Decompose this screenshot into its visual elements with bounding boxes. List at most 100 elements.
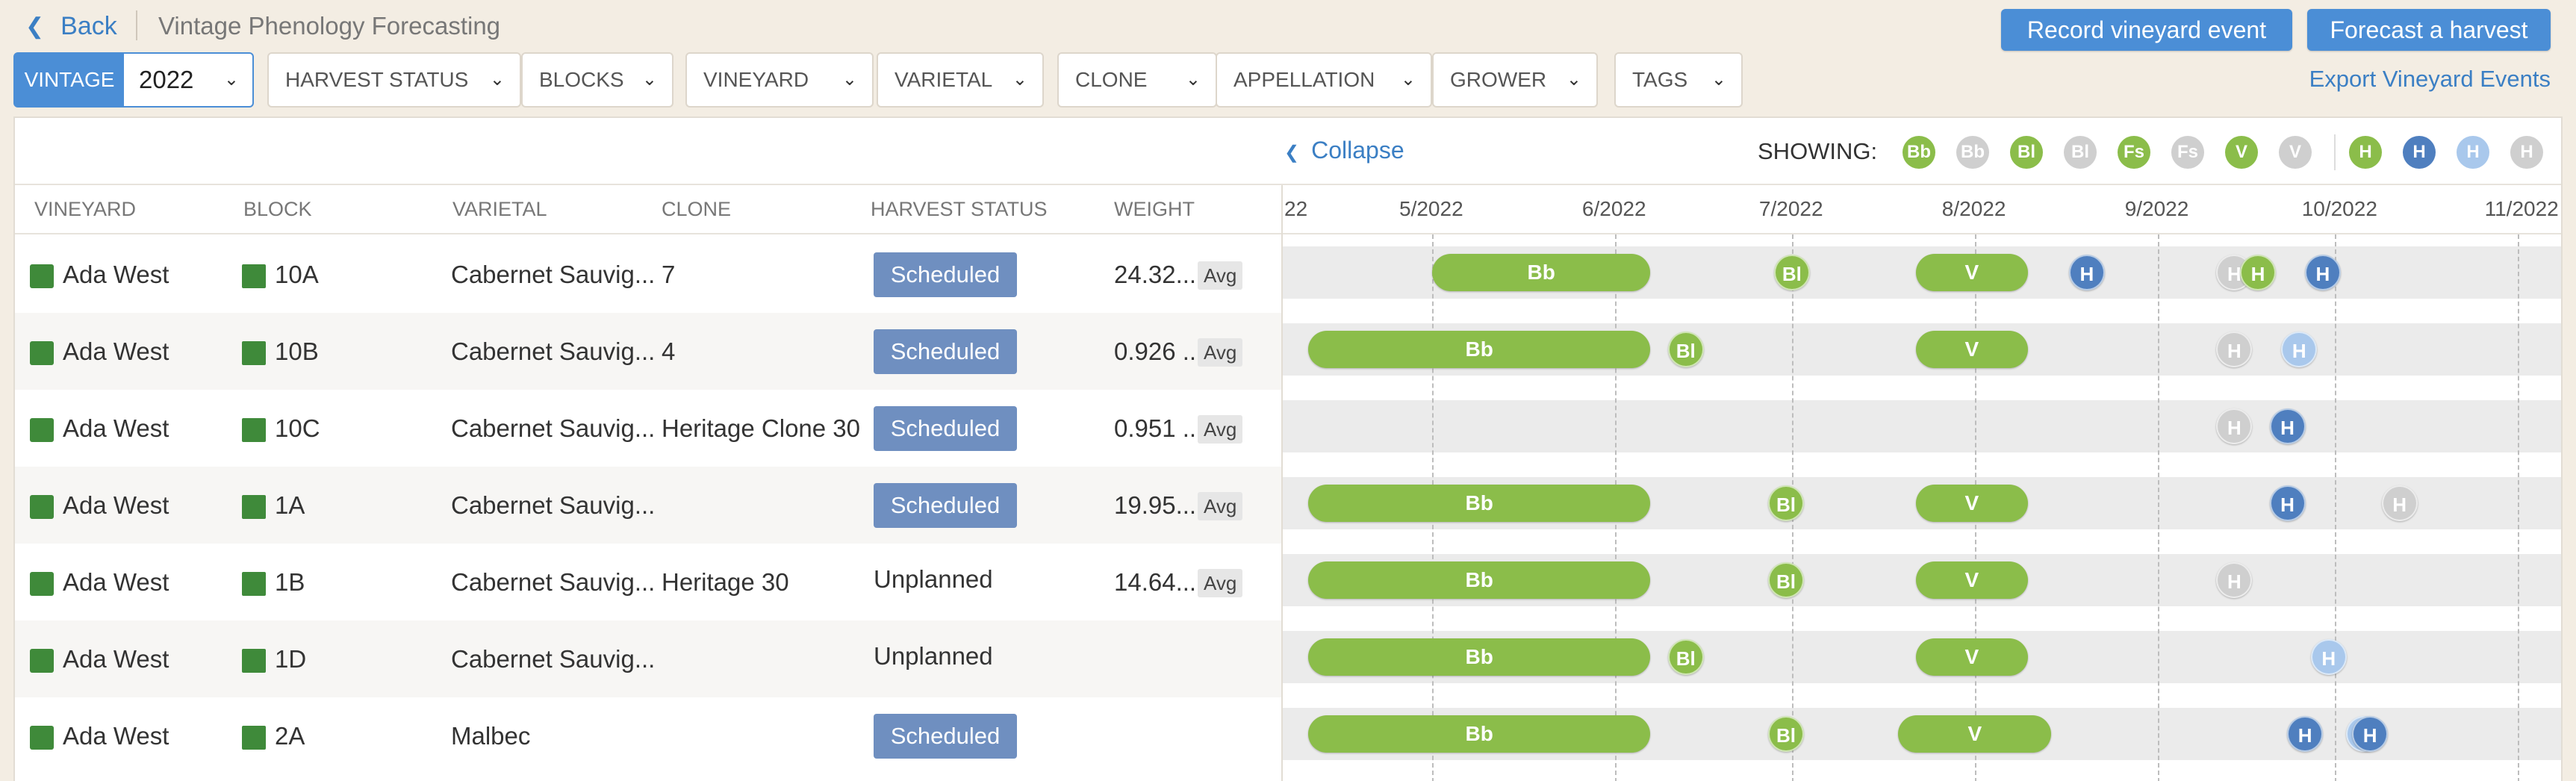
vineyard-cell[interactable]: Ada West: [63, 467, 234, 544]
record-vineyard-event-button[interactable]: Record vineyard event: [2001, 9, 2292, 51]
collapse-toggle[interactable]: ❮ Collapse: [1284, 133, 1404, 167]
filter-vineyard[interactable]: VINEYARD ⌄: [685, 52, 874, 108]
back-link[interactable]: ❮ Back: [25, 9, 117, 43]
phenology-marker-h[interactable]: H: [2352, 716, 2389, 752]
phenology-marker-h[interactable]: H: [2068, 255, 2105, 290]
phenology-marker-h[interactable]: H: [2269, 408, 2306, 444]
table-row[interactable]: Ada West 1A Cabernet Sauvig... Scheduled…: [15, 467, 1281, 544]
phenology-marker-bl[interactable]: Bl: [1768, 485, 1804, 521]
legend-toggle-h[interactable]: H: [2510, 136, 2543, 169]
phenology-marker-bl[interactable]: Bl: [1667, 332, 1704, 367]
vintage-select[interactable]: VINTAGE 2022 ⌄: [13, 52, 254, 108]
filter-label: HARVEST STATUS: [285, 68, 469, 91]
legend-toggle-fs[interactable]: Fs: [2118, 136, 2150, 169]
phenology-marker-bl[interactable]: Bl: [1768, 562, 1804, 598]
column-header-harvest-status[interactable]: HARVEST STATUS: [871, 185, 1048, 233]
vineyard-cell[interactable]: Ada West: [63, 544, 234, 620]
block-icon: [242, 418, 266, 442]
phenology-bar-bb[interactable]: Bb: [1308, 331, 1651, 368]
phenology-bar-v[interactable]: V: [1915, 638, 2028, 676]
column-header-varietal[interactable]: VARIETAL: [452, 185, 547, 233]
clone-cell: 7: [662, 261, 676, 288]
vintage-value[interactable]: 2022 ⌄: [124, 54, 252, 106]
legend-toggle-h[interactable]: H: [2403, 136, 2436, 169]
column-header-block[interactable]: BLOCK: [243, 185, 312, 233]
phenology-marker-h[interactable]: H: [2381, 485, 2418, 521]
vineyard-cell[interactable]: Ada West: [63, 390, 234, 467]
phenology-bar-v[interactable]: V: [1915, 254, 2028, 291]
month-tick-label: 7/2022: [1758, 197, 1823, 220]
block-cell[interactable]: 1D: [275, 620, 439, 697]
vineyard-cell[interactable]: Ada West: [63, 313, 234, 390]
phenology-marker-bl[interactable]: Bl: [1773, 255, 1810, 290]
phenology-timeline: Bb Bl V H H H H Bb Bl V H H H H Bb Bl V H H Bb Bl V H Bb Bl V H Bb B…: [1283, 234, 2561, 781]
phenology-bar-bb[interactable]: Bb: [1308, 485, 1651, 522]
column-header-vineyard[interactable]: VINEYARD: [34, 185, 136, 233]
block-cell[interactable]: 1B: [275, 544, 439, 620]
phenology-marker-h[interactable]: H: [2269, 485, 2306, 521]
legend-toggle-bb[interactable]: Bb: [1903, 136, 1935, 169]
status-text[interactable]: Unplanned: [874, 544, 1083, 620]
vineyard-cell[interactable]: Ada West: [63, 697, 234, 774]
filter-clone[interactable]: CLONE ⌄: [1057, 52, 1217, 108]
block-cell[interactable]: 1A: [275, 467, 439, 544]
table-row[interactable]: Ada West 10B Cabernet Sauvig... 4 Schedu…: [15, 313, 1281, 390]
filter-blocks[interactable]: BLOCKS ⌄: [521, 52, 673, 108]
phenology-bar-bb[interactable]: Bb: [1308, 561, 1651, 599]
block-cell[interactable]: 10A: [275, 236, 439, 313]
phenology-marker-h[interactable]: H: [2304, 255, 2341, 290]
phenology-bar-v[interactable]: V: [1915, 331, 2028, 368]
column-header-clone[interactable]: CLONE: [662, 185, 731, 233]
phenology-bar-bb[interactable]: Bb: [1308, 715, 1651, 753]
phenology-bar-bb[interactable]: Bb: [1308, 638, 1651, 676]
legend-toggle-v[interactable]: V: [2225, 136, 2258, 169]
export-vineyard-events-link[interactable]: Export Vineyard Events: [2309, 66, 2551, 93]
legend-toggle-bb[interactable]: Bb: [1956, 136, 1989, 169]
status-badge[interactable]: Scheduled: [874, 252, 1017, 297]
varietal-cell: Cabernet Sauvig...: [451, 261, 656, 288]
legend-toggle-v[interactable]: V: [2279, 136, 2312, 169]
legend-toggle-bl[interactable]: Bl: [2010, 136, 2043, 169]
legend-toggle-fs[interactable]: Fs: [2171, 136, 2204, 169]
phenology-bar-bb[interactable]: Bb: [1432, 254, 1651, 291]
filter-tags[interactable]: TAGS ⌄: [1614, 52, 1743, 108]
legend-toggle-bl[interactable]: Bl: [2064, 136, 2097, 169]
status-badge[interactable]: Scheduled: [874, 406, 1017, 451]
status-badge[interactable]: Scheduled: [874, 714, 1017, 759]
pane-splitter[interactable]: [1281, 185, 1283, 781]
block-cell[interactable]: 10B: [275, 313, 439, 390]
legend-toggle-h[interactable]: H: [2457, 136, 2489, 169]
phenology-marker-bl[interactable]: Bl: [1768, 716, 1804, 752]
table-row[interactable]: Ada West 10A Cabernet Sauvig... 7 Schedu…: [15, 236, 1281, 313]
clone-cell: Heritage 30: [662, 568, 789, 596]
filter-label: TAGS: [1632, 68, 1688, 91]
table-row[interactable]: Ada West 2A Malbec Scheduled: [15, 697, 1281, 774]
status-badge[interactable]: Scheduled: [874, 329, 1017, 374]
table-row[interactable]: Ada West 1B Cabernet Sauvig... Heritage …: [15, 544, 1281, 620]
vineyard-cell[interactable]: Ada West: [63, 236, 234, 313]
phenology-marker-h[interactable]: H: [2281, 332, 2318, 367]
phenology-marker-h[interactable]: H: [2310, 639, 2347, 675]
phenology-marker-h[interactable]: H: [2287, 716, 2324, 752]
column-header-weight[interactable]: WEIGHT: [1114, 185, 1195, 233]
phenology-bar-v[interactable]: V: [1915, 561, 2028, 599]
filter-grower[interactable]: GROWER ⌄: [1432, 52, 1598, 108]
legend-toggle-h[interactable]: H: [2349, 136, 2382, 169]
block-cell[interactable]: 2A: [275, 697, 439, 774]
filter-appellation[interactable]: APPELLATION ⌄: [1216, 52, 1432, 108]
status-badge[interactable]: Scheduled: [874, 483, 1017, 528]
table-row[interactable]: Ada West 10C Cabernet Sauvig... Heritage…: [15, 390, 1281, 467]
chevron-down-icon: ⌄: [489, 69, 505, 90]
forecast-harvest-button[interactable]: Forecast a harvest: [2307, 9, 2551, 51]
block-cell[interactable]: 10C: [275, 390, 439, 467]
phenology-bar-v[interactable]: V: [1898, 715, 2052, 753]
phenology-marker-bl[interactable]: Bl: [1667, 639, 1704, 675]
phenology-bar-v[interactable]: V: [1915, 485, 2028, 522]
table-row[interactable]: Ada West 1D Cabernet Sauvig... Unplanned: [15, 620, 1281, 697]
month-tick-label: 22: [1284, 197, 1308, 220]
filter-harvest-status[interactable]: HARVEST STATUS ⌄: [267, 52, 521, 108]
phenology-marker-h[interactable]: H: [2240, 255, 2276, 290]
vineyard-cell[interactable]: Ada West: [63, 620, 234, 697]
filter-varietal[interactable]: VARIETAL ⌄: [877, 52, 1044, 108]
status-text[interactable]: Unplanned: [874, 620, 1083, 697]
